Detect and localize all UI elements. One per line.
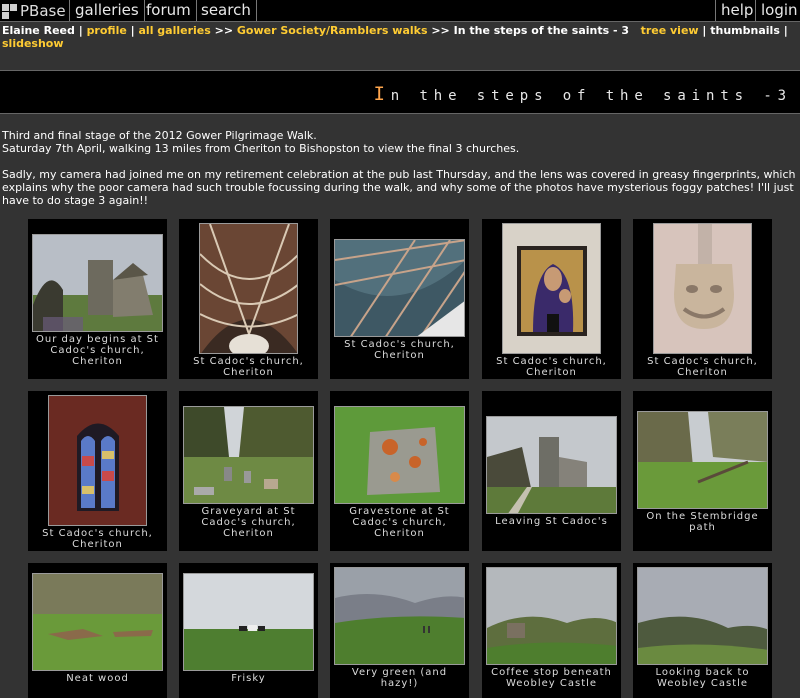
breadcrumb-arrow: >> bbox=[427, 24, 454, 37]
thumbnail-caption[interactable]: Coffee stop beneath Weobley Castle bbox=[486, 667, 617, 689]
thumbnail-caption[interactable]: St Cadoc's church, Cheriton bbox=[486, 356, 617, 378]
thumbnail-caption[interactable]: St Cadoc's church, Cheriton bbox=[637, 356, 768, 378]
gallery-description: Third and final stage of the 2012 Gower … bbox=[2, 129, 798, 220]
breadcrumb-owner: Elaine Reed bbox=[2, 24, 75, 37]
ceiling-photo[interactable] bbox=[334, 239, 465, 337]
gallery-title: In the steps of the saints -3 bbox=[373, 83, 792, 105]
thumbnail-tile[interactable]: St Cadoc's church, Cheriton bbox=[179, 219, 318, 379]
pbase-logo-icon bbox=[2, 3, 18, 19]
thumbnail-tile[interactable]: St Cadoc's church, Cheriton bbox=[28, 391, 167, 551]
hillside-photo[interactable] bbox=[486, 567, 617, 665]
description-line: Third and final stage of the 2012 Gower … bbox=[2, 129, 317, 142]
thumbnail-caption[interactable]: Neat wood bbox=[32, 673, 163, 684]
description-paragraph: Sadly, my camera had joined me on my ret… bbox=[2, 168, 796, 207]
current-gallery-name: In the steps of the saints - 3 bbox=[453, 24, 630, 37]
graveyard-photo[interactable] bbox=[183, 406, 314, 504]
thumbnail-caption[interactable]: Graveyard at St Cadoc's church, Cheriton bbox=[183, 506, 314, 539]
thumbnail-caption[interactable]: Frisky bbox=[183, 673, 314, 684]
thumbnail-tile[interactable]: Coffee stop beneath Weobley Castle bbox=[482, 563, 621, 698]
thumbnail-tile[interactable]: St Cadoc's church, Cheriton bbox=[633, 219, 772, 379]
thumbnail-tile[interactable]: Neat wood bbox=[28, 563, 167, 698]
stained-glass-photo[interactable] bbox=[48, 395, 147, 526]
icon-painting-photo[interactable] bbox=[502, 223, 601, 354]
thumbnail-caption[interactable]: Very green (and hazy!) bbox=[334, 667, 465, 689]
nav-forum-link[interactable]: forum bbox=[141, 0, 197, 21]
nav-galleries-link[interactable]: galleries bbox=[70, 0, 145, 21]
thumbnail-tile[interactable]: St Cadoc's church, Cheriton bbox=[482, 219, 621, 379]
slideshow-link[interactable]: slideshow bbox=[2, 37, 64, 50]
church-tower-photo[interactable] bbox=[486, 416, 617, 514]
thumbnail-tile[interactable]: Leaving St Cadoc's bbox=[482, 391, 621, 551]
breadcrumb-separator: | bbox=[698, 24, 711, 37]
thumbnail-caption[interactable]: St Cadoc's church, Cheriton bbox=[334, 339, 465, 361]
thumbnail-tile[interactable]: Very green (and hazy!) bbox=[330, 563, 469, 698]
field-woodpile-photo[interactable] bbox=[32, 573, 163, 671]
thumbnail-caption[interactable]: Gravestone at St Cadoc's church, Cherito… bbox=[334, 506, 465, 539]
barrel-roof-photo[interactable] bbox=[199, 223, 298, 354]
thumbnail-tile[interactable]: Looking back to Weobley Castle bbox=[633, 563, 772, 698]
thumbnail-tile[interactable]: On the Stembridge path bbox=[633, 391, 772, 551]
gallery-title-bar: In the steps of the saints -3 bbox=[0, 70, 800, 114]
cattle-field-photo[interactable] bbox=[183, 573, 314, 671]
thumbnails-view-label: thumbnails bbox=[710, 24, 780, 37]
woodland-path-photo[interactable] bbox=[637, 411, 768, 509]
pbase-logo-text: PBase bbox=[20, 1, 66, 20]
thumbnail-caption[interactable]: Leaving St Cadoc's bbox=[486, 516, 617, 527]
parent-gallery-link[interactable]: Gower Society/Ramblers walks bbox=[237, 24, 428, 37]
valley-view-photo[interactable] bbox=[637, 567, 768, 665]
profile-link[interactable]: profile bbox=[87, 24, 127, 37]
thumbnail-tile[interactable]: Gravestone at St Cadoc's church, Cherito… bbox=[330, 391, 469, 551]
breadcrumb-separator: | bbox=[74, 24, 87, 37]
green-field-photo[interactable] bbox=[334, 567, 465, 665]
breadcrumb: Elaine Reed | profile | all galleries >>… bbox=[2, 24, 800, 50]
gravestone-photo[interactable] bbox=[334, 406, 465, 504]
pbase-logo[interactable]: PBase bbox=[0, 0, 70, 21]
gallery-title-initial: I bbox=[373, 83, 391, 105]
thumbnail-tile[interactable]: St Cadoc's church, Cheriton bbox=[330, 219, 469, 379]
church-photo[interactable] bbox=[32, 234, 163, 332]
nav-login-link[interactable]: login bbox=[755, 0, 800, 21]
thumbnail-tile[interactable]: Our day begins at St Cadoc's church, Che… bbox=[28, 219, 167, 379]
top-nav-bar: PBase galleries forum search help login bbox=[0, 0, 800, 22]
nav-search-link[interactable]: search bbox=[196, 0, 257, 21]
breadcrumb-separator: | bbox=[126, 24, 139, 37]
thumbnail-tile[interactable]: Graveyard at St Cadoc's church, Cheriton bbox=[179, 391, 318, 551]
breadcrumb-arrow: >> bbox=[210, 24, 237, 37]
tree-view-link[interactable]: tree view bbox=[641, 24, 699, 37]
description-line: Saturday 7th April, walking 13 miles fro… bbox=[2, 142, 520, 155]
gallery-title-rest: n the steps of the saints -3 bbox=[390, 88, 792, 104]
thumbnail-caption[interactable]: Our day begins at St Cadoc's church, Che… bbox=[32, 334, 163, 367]
thumbnail-caption[interactable]: St Cadoc's church, Cheriton bbox=[183, 356, 314, 378]
nav-help-link[interactable]: help bbox=[715, 0, 758, 21]
thumbnail-tile[interactable]: Frisky bbox=[179, 563, 318, 698]
breadcrumb-separator: | bbox=[779, 24, 788, 37]
thumbnail-caption[interactable]: Looking back to Weobley Castle bbox=[637, 667, 768, 689]
all-galleries-link[interactable]: all galleries bbox=[139, 24, 211, 37]
thumbnail-caption[interactable]: St Cadoc's church, Cheriton bbox=[32, 528, 163, 550]
thumbnail-caption[interactable]: On the Stembridge path bbox=[637, 511, 768, 533]
stone-carving-photo[interactable] bbox=[653, 223, 752, 354]
